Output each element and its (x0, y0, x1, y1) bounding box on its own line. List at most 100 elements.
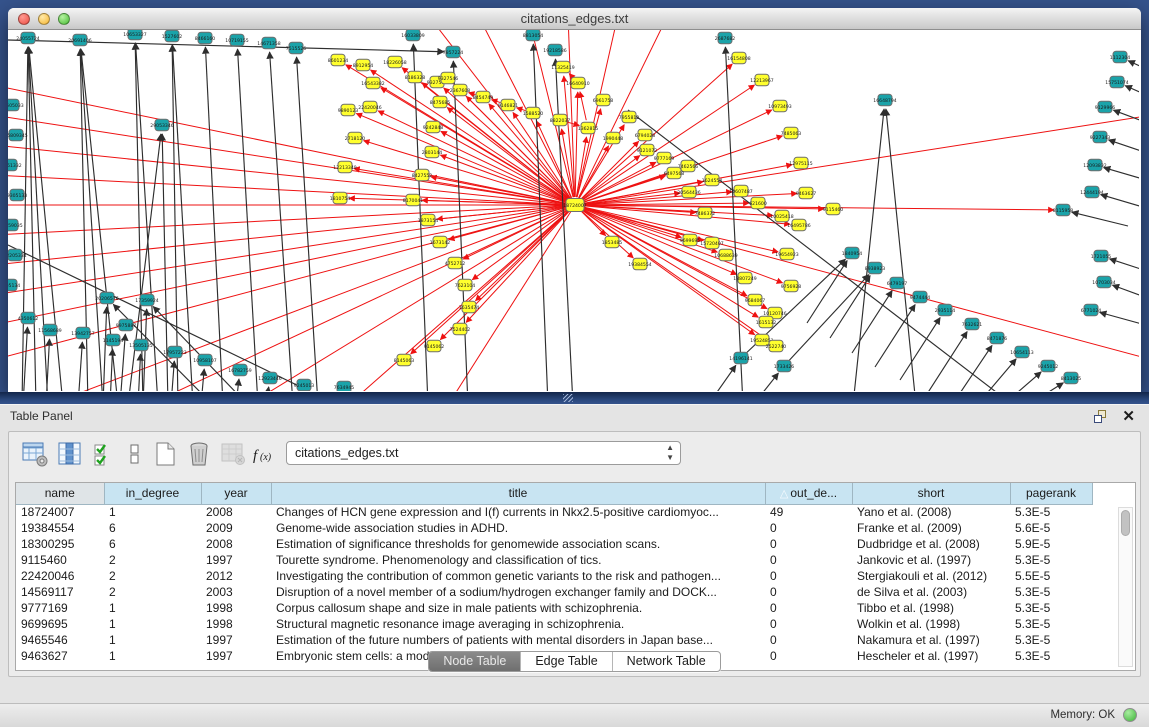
network-edge[interactable] (356, 113, 567, 201)
network-node[interactable]: 14196141 (729, 352, 752, 364)
network-edge[interactable] (1109, 140, 1139, 155)
column-visibility-icon[interactable] (56, 440, 84, 468)
network-node[interactable]: 7955812 (619, 111, 640, 123)
network-node[interactable]: 7515526 (286, 42, 307, 54)
network-edge[interactable] (1072, 212, 1128, 226)
table-row[interactable]: 911546021997Tourette syndrome. Phenomeno… (16, 552, 1092, 568)
splitter-band[interactable] (0, 392, 1149, 404)
network-edge[interactable] (1112, 285, 1139, 300)
network-edge[interactable] (708, 365, 736, 391)
network-edge[interactable] (886, 109, 916, 391)
network-node[interactable]: 10025418 (770, 210, 793, 222)
network-edge[interactable] (103, 307, 107, 391)
network-node[interactable]: 11568689 (38, 324, 61, 336)
network-node[interactable]: 7632621 (962, 318, 983, 330)
network-node[interactable]: 16033809 (401, 30, 424, 41)
network-node[interactable]: 1840954 (842, 247, 863, 259)
network-edge[interactable] (580, 92, 586, 120)
network-node[interactable]: 18226058 (383, 56, 406, 68)
network-node[interactable]: 2935114 (935, 304, 956, 316)
network-edge[interactable] (1101, 195, 1139, 210)
column-header-short[interactable]: short (852, 483, 1010, 504)
tab-network-table[interactable]: Network Table (613, 652, 720, 671)
network-node[interactable]: 16154808 (727, 52, 750, 64)
network-node[interactable]: 6771024 (1081, 304, 1102, 316)
table-row[interactable]: 1872400712008Changes of HCN gene express… (16, 504, 1092, 520)
network-node[interactable]: 9245012 (1038, 360, 1059, 372)
network-edge[interactable] (1110, 259, 1139, 273)
network-edge[interactable] (582, 209, 759, 317)
network-node[interactable]: 16495786 (787, 219, 810, 231)
network-node[interactable]: 7623104 (455, 279, 476, 291)
network-node[interactable]: 6794028 (635, 129, 656, 141)
network-node[interactable]: 20605033 (8, 99, 24, 111)
network-edge[interactable] (807, 261, 847, 323)
network-node[interactable]: 10719155 (225, 34, 248, 46)
network-node[interactable]: 19654923 (775, 248, 798, 260)
network-edge[interactable] (583, 207, 682, 237)
network-edge[interactable] (236, 379, 239, 391)
network-node[interactable]: 9227343 (1090, 131, 1111, 143)
column-header-name[interactable]: name (16, 483, 104, 504)
network-edge[interactable] (628, 110, 1013, 391)
network-node[interactable]: 1635474 (459, 301, 480, 313)
network-node[interactable]: 9145062 (424, 340, 445, 352)
network-node[interactable]: 7634945 (334, 381, 355, 391)
network-node[interactable]: 1873154 (418, 214, 439, 226)
network-node[interactable]: 12975115 (789, 157, 812, 169)
network-edge[interactable] (171, 361, 174, 391)
table-scrollbar[interactable] (1118, 507, 1133, 667)
network-edge[interactable] (900, 318, 940, 380)
network-node[interactable]: 9327546 (438, 72, 459, 84)
network-node[interactable]: 12444194 (1080, 186, 1103, 198)
network-node[interactable]: 8822037 (550, 114, 571, 126)
network-node[interactable]: 12093832 (1083, 159, 1106, 171)
network-node[interactable]: 10958107 (193, 354, 216, 366)
network-edge[interactable] (789, 275, 868, 361)
network-node[interactable]: 621600 (749, 197, 767, 209)
network-node[interactable]: 8170041 (403, 194, 424, 206)
network-edge[interactable] (581, 210, 754, 335)
network-edge[interactable] (569, 74, 572, 78)
network-node[interactable]: 8427552 (412, 169, 433, 181)
network-node[interactable]: 9890123 (338, 104, 359, 116)
network-node[interactable]: 1145194 (103, 334, 124, 346)
network-node[interactable]: 9146821 (498, 99, 519, 111)
network-edge[interactable] (270, 52, 293, 391)
network-node[interactable]: 6479197 (887, 277, 908, 289)
clear-selection-icon[interactable] (121, 440, 149, 468)
network-node[interactable]: 8186328 (405, 71, 426, 83)
network-edge[interactable] (830, 276, 870, 338)
network-node[interactable]: 2718120 (345, 132, 366, 144)
network-node[interactable]: 19384554 (628, 258, 651, 270)
network-node[interactable]: 9245013 (294, 379, 315, 391)
network-edge[interactable] (1125, 86, 1139, 98)
table-scrollbar-thumb[interactable] (1121, 510, 1130, 536)
column-header-year[interactable]: year (201, 483, 271, 504)
network-node[interactable]: 12923446 (258, 372, 281, 384)
network-node[interactable]: 9242848 (423, 121, 444, 133)
float-panel-icon[interactable] (1093, 409, 1109, 425)
table-row[interactable]: 946554611997Estimation of the future num… (16, 632, 1092, 648)
network-edge[interactable] (78, 342, 82, 391)
network-node[interactable]: 2687682 (715, 32, 736, 44)
network-node[interactable]: 9129966 (1095, 101, 1116, 113)
network-node[interactable]: 17359924 (135, 294, 158, 306)
network-node[interactable]: 2367608 (450, 84, 471, 96)
network-node[interactable]: 1733426 (774, 360, 795, 372)
network-node[interactable]: 1721055 (1091, 250, 1112, 262)
table-row[interactable]: 977716911998Corpus callosum shape and si… (16, 600, 1092, 616)
network-edge[interactable] (297, 57, 318, 391)
column-header-pagerank[interactable]: pagerank (1010, 483, 1092, 504)
network-edge[interactable] (533, 44, 548, 391)
network-node[interactable]: 8813054 (523, 30, 544, 41)
network-edge[interactable] (1003, 372, 1041, 391)
network-node[interactable]: 7486372 (695, 207, 716, 219)
network-node[interactable]: 8145063 (394, 354, 415, 366)
network-node[interactable]: 1112304 (1110, 51, 1131, 63)
network-node[interactable]: 13942757 (71, 327, 94, 339)
network-edge[interactable] (1028, 383, 1063, 391)
column-header-title[interactable]: title (271, 483, 765, 504)
network-node[interactable]: 1527602 (162, 30, 183, 42)
network-node[interactable]: 1990448 (603, 132, 624, 144)
